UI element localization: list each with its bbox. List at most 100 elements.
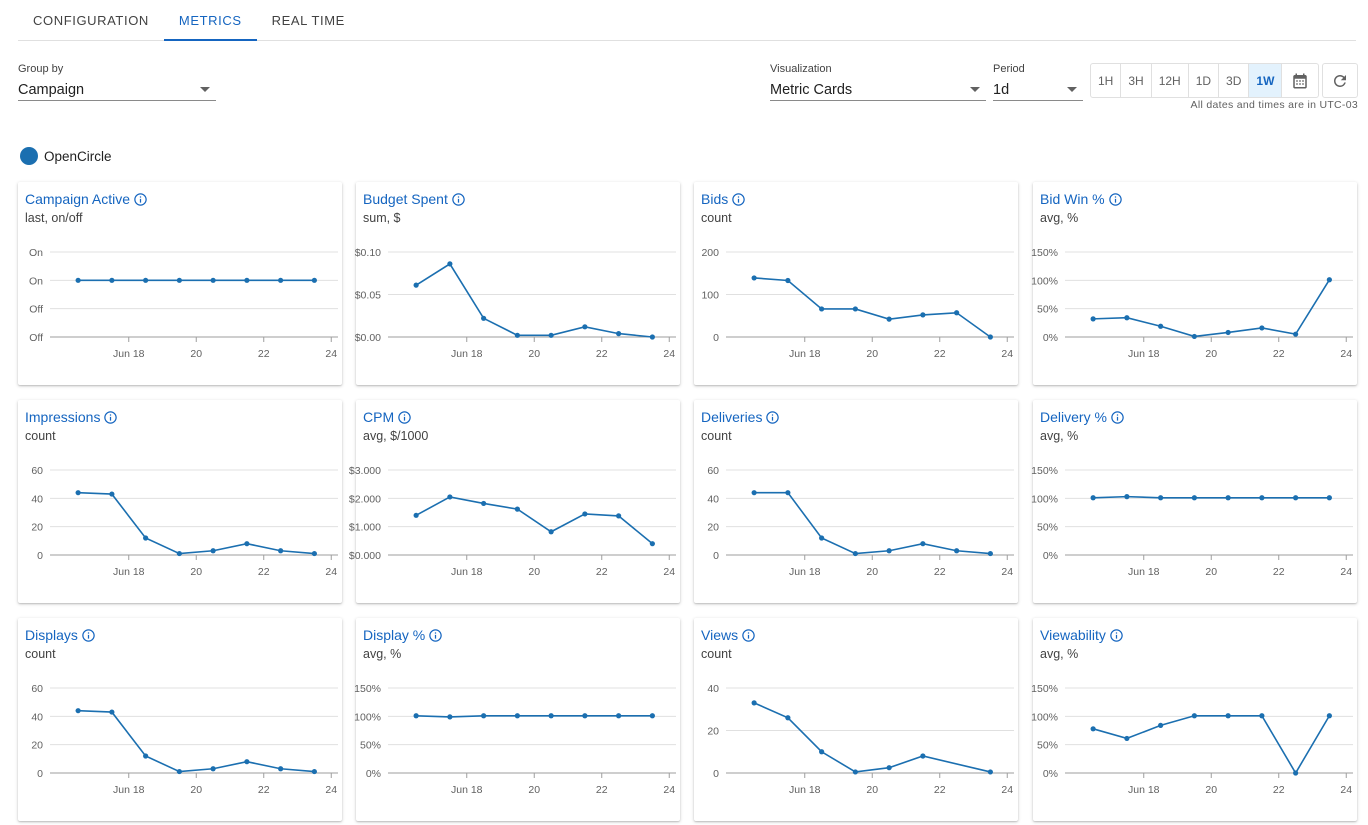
data-point[interactable]: [447, 261, 453, 267]
data-point[interactable]: [514, 713, 520, 719]
data-point[interactable]: [1124, 315, 1130, 321]
tab-metrics[interactable]: METRICS: [163, 0, 257, 41]
data-point[interactable]: [109, 277, 115, 283]
info-icon[interactable]: [103, 410, 118, 425]
data-point[interactable]: [987, 550, 993, 557]
data-point[interactable]: [1191, 495, 1197, 501]
data-point[interactable]: [649, 713, 655, 719]
data-point[interactable]: [176, 550, 182, 557]
data-point[interactable]: [548, 713, 554, 719]
tab-real-time[interactable]: REAL TIME: [257, 0, 360, 40]
data-point[interactable]: [920, 753, 926, 759]
info-icon[interactable]: [451, 192, 466, 207]
data-point[interactable]: [210, 277, 216, 283]
data-point[interactable]: [1225, 329, 1231, 336]
data-point[interactable]: [278, 548, 284, 554]
data-point[interactable]: [852, 306, 858, 312]
data-point[interactable]: [1293, 770, 1299, 776]
data-point[interactable]: [1090, 495, 1096, 501]
data-point[interactable]: [616, 331, 622, 337]
data-point[interactable]: [751, 275, 757, 281]
info-icon[interactable]: [428, 628, 443, 643]
data-point[interactable]: [649, 541, 655, 547]
data-point[interactable]: [785, 715, 791, 721]
data-point[interactable]: [210, 548, 216, 554]
data-point[interactable]: [582, 713, 588, 719]
data-point[interactable]: [920, 312, 926, 318]
data-point[interactable]: [1090, 726, 1096, 732]
data-point[interactable]: [1191, 713, 1197, 719]
data-point[interactable]: [649, 334, 655, 340]
data-point[interactable]: [1191, 333, 1197, 340]
info-icon[interactable]: [1108, 192, 1123, 207]
range-button-3d[interactable]: 3D: [1219, 64, 1250, 97]
data-point[interactable]: [311, 550, 317, 557]
data-point[interactable]: [210, 766, 216, 772]
series-legend[interactable]: OpenCircle: [20, 147, 112, 165]
data-point[interactable]: [751, 700, 757, 706]
data-point[interactable]: [1259, 713, 1265, 719]
data-point[interactable]: [109, 709, 115, 715]
data-point[interactable]: [176, 768, 182, 775]
info-icon[interactable]: [1110, 410, 1125, 425]
data-point[interactable]: [447, 494, 453, 500]
data-point[interactable]: [1158, 495, 1164, 501]
range-button-1d[interactable]: 1D: [1189, 64, 1220, 97]
calendar-button[interactable]: [1282, 64, 1318, 97]
data-point[interactable]: [1326, 277, 1332, 283]
data-point[interactable]: [954, 310, 960, 316]
data-point[interactable]: [109, 491, 115, 497]
data-point[interactable]: [751, 490, 757, 496]
range-button-12h[interactable]: 12H: [1152, 64, 1189, 97]
data-point[interactable]: [244, 759, 250, 765]
data-point[interactable]: [954, 548, 960, 554]
data-point[interactable]: [852, 769, 858, 775]
range-button-1h[interactable]: 1H: [1091, 64, 1122, 97]
data-point[interactable]: [1225, 495, 1231, 501]
data-point[interactable]: [1124, 494, 1130, 500]
info-icon[interactable]: [81, 628, 96, 643]
refresh-button[interactable]: [1322, 63, 1358, 98]
data-point[interactable]: [413, 713, 419, 719]
data-point[interactable]: [920, 541, 926, 547]
range-button-3h[interactable]: 3H: [1121, 64, 1152, 97]
data-point[interactable]: [819, 535, 825, 541]
info-icon[interactable]: [731, 192, 746, 207]
data-point[interactable]: [75, 490, 81, 496]
data-point[interactable]: [1158, 323, 1164, 329]
data-point[interactable]: [582, 324, 588, 330]
data-point[interactable]: [481, 713, 487, 719]
data-point[interactable]: [886, 316, 892, 322]
data-point[interactable]: [852, 550, 858, 557]
tab-configuration[interactable]: CONFIGURATION: [18, 0, 164, 40]
data-point[interactable]: [1259, 495, 1265, 501]
data-point[interactable]: [987, 769, 993, 775]
data-point[interactable]: [514, 506, 520, 512]
range-button-1w[interactable]: 1W: [1249, 64, 1283, 97]
data-point[interactable]: [311, 768, 317, 775]
data-point[interactable]: [785, 490, 791, 496]
data-point[interactable]: [616, 513, 622, 519]
data-point[interactable]: [143, 753, 149, 759]
data-point[interactable]: [481, 315, 487, 321]
data-point[interactable]: [278, 277, 284, 283]
data-point[interactable]: [278, 766, 284, 772]
data-point[interactable]: [514, 332, 520, 338]
info-icon[interactable]: [765, 410, 780, 425]
data-point[interactable]: [1293, 495, 1299, 501]
data-point[interactable]: [1124, 735, 1130, 742]
info-icon[interactable]: [133, 192, 148, 207]
data-point[interactable]: [481, 500, 487, 507]
data-point[interactable]: [582, 511, 588, 517]
data-point[interactable]: [548, 332, 554, 338]
data-point[interactable]: [886, 765, 892, 771]
data-point[interactable]: [75, 708, 81, 714]
data-point[interactable]: [311, 277, 317, 283]
visualization-select[interactable]: Metric Cards: [770, 79, 986, 101]
data-point[interactable]: [1326, 495, 1332, 501]
period-select[interactable]: 1d: [993, 79, 1083, 101]
data-point[interactable]: [1259, 325, 1265, 331]
data-point[interactable]: [1225, 713, 1231, 719]
data-point[interactable]: [143, 277, 149, 283]
data-point[interactable]: [616, 713, 622, 719]
